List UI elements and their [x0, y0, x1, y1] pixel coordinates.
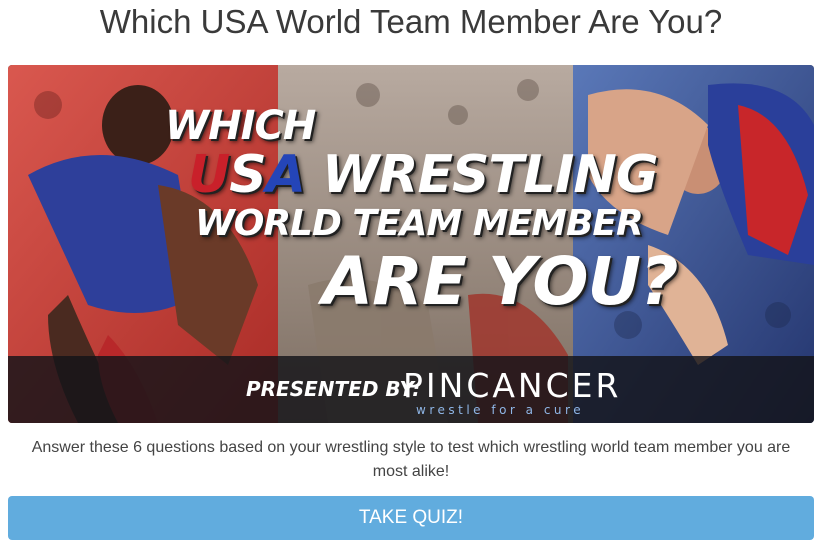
page-title: Which USA World Team Member Are You? — [99, 3, 723, 40]
quiz-hero-image: WHICH USA WRESTLING WORLD TEAM MEMBER AR… — [8, 65, 814, 423]
quiz-page: Which USA World Team Member Are You? WHI… — [0, 0, 822, 550]
presented-by-label: PRESENTED BY: — [246, 377, 421, 401]
sponsor-logo-name: PINCANCER — [403, 366, 622, 405]
take-quiz-button[interactable]: TAKE QUIZ! — [8, 496, 814, 540]
sponsor-logo-tagline: wrestle for a cure — [416, 403, 585, 417]
quiz-description: Answer these 6 questions based on your w… — [31, 439, 791, 480]
